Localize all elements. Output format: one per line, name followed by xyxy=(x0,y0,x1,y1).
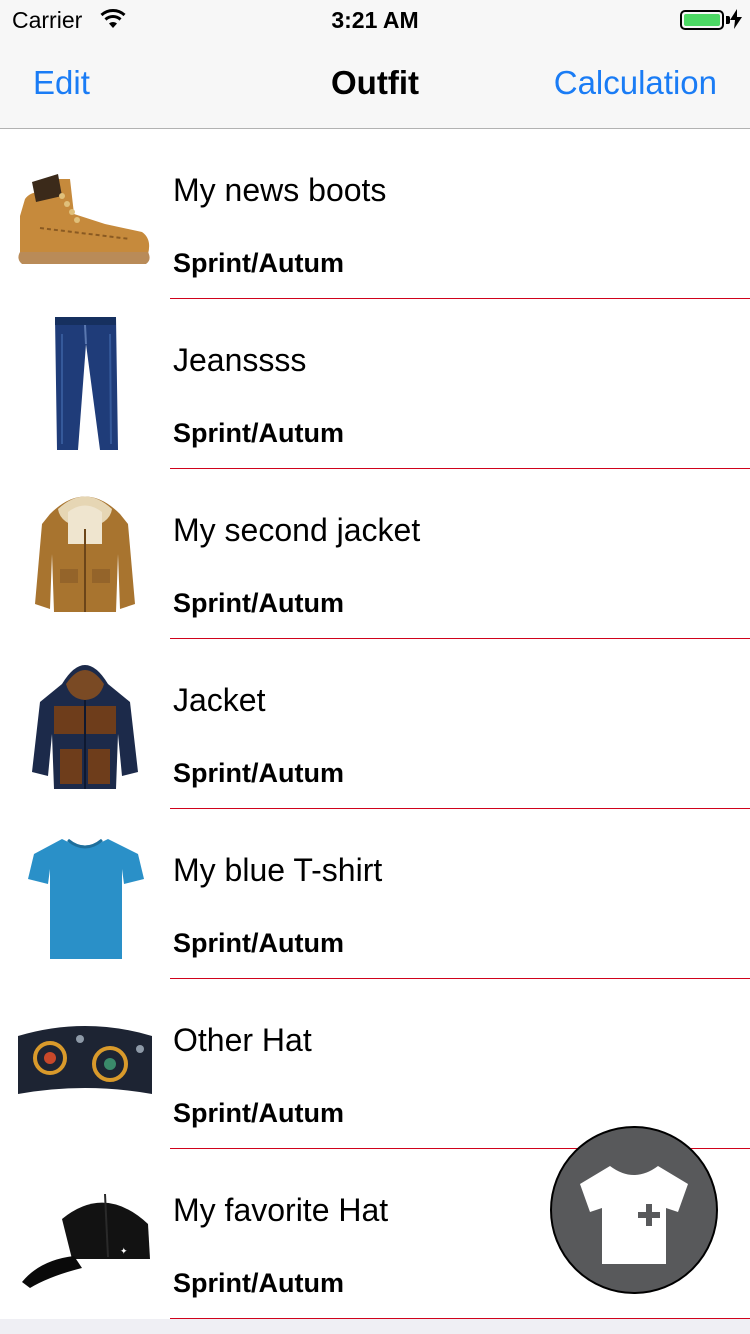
list-item[interactable]: My blue T-shirt Sprint/Autum xyxy=(0,809,750,979)
list-item[interactable]: My news boots Sprint/Autum xyxy=(0,129,750,299)
list-item[interactable]: Jeanssss Sprint/Autum xyxy=(0,299,750,469)
item-title: My favorite Hat xyxy=(173,1192,389,1228)
charging-icon xyxy=(730,9,742,34)
cap-image: ✦ xyxy=(10,1164,160,1304)
blue-tshirt-image xyxy=(10,824,160,964)
item-title: Jeanssss xyxy=(173,342,307,378)
headband-image xyxy=(10,994,160,1134)
item-season: Sprint/Autum xyxy=(173,248,344,278)
navigation-bar: Edit Outfit Calculation xyxy=(0,40,750,129)
calculation-button[interactable]: Calculation xyxy=(554,64,717,102)
item-title: My news boots xyxy=(173,172,387,208)
item-title: My blue T-shirt xyxy=(173,852,383,888)
list-footer xyxy=(0,1319,750,1334)
item-season: Sprint/Autum xyxy=(173,928,344,958)
add-shirt-icon xyxy=(580,1166,688,1264)
svg-text:✦: ✦ xyxy=(120,1246,128,1256)
battery-icon xyxy=(680,10,724,30)
list-item[interactable]: Other Hat Sprint/Autum xyxy=(0,979,750,1149)
list-item[interactable]: My second jacket Sprint/Autum xyxy=(0,469,750,639)
item-title: Jacket xyxy=(173,682,266,718)
item-season: Sprint/Autum xyxy=(173,1268,344,1298)
item-season: Sprint/Autum xyxy=(173,418,344,448)
item-title: My second jacket xyxy=(173,512,421,548)
item-season: Sprint/Autum xyxy=(173,588,344,618)
boot-image xyxy=(10,144,160,284)
item-season: Sprint/Autum xyxy=(173,758,344,788)
list-item[interactable]: Jacket Sprint/Autum xyxy=(0,639,750,809)
hooded-jacket-image xyxy=(10,654,160,794)
parka-jacket-image xyxy=(10,484,160,624)
jeans-image xyxy=(10,314,160,454)
status-time: 3:21 AM xyxy=(331,7,419,33)
status-bar: Carrier 3:21 AM xyxy=(0,0,750,40)
item-title: Other Hat xyxy=(173,1022,312,1058)
add-clothing-button[interactable] xyxy=(550,1126,718,1294)
item-season: Sprint/Autum xyxy=(173,1098,344,1128)
